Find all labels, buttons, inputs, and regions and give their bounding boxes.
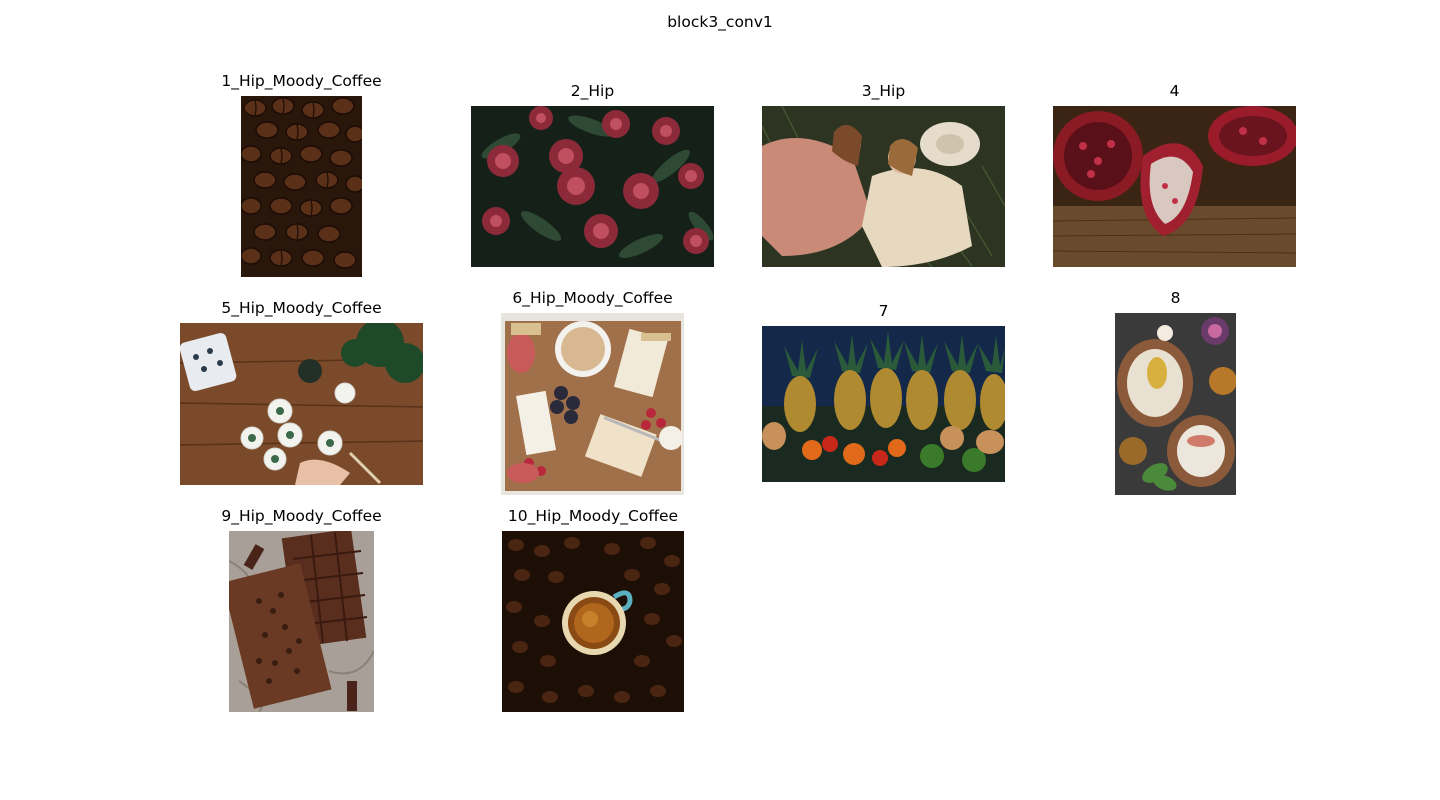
- panel-5: 5_Hip_Moody_Coffee: [180, 299, 423, 485]
- thumbnail-image: [241, 96, 362, 277]
- panel-title: 8: [1170, 289, 1181, 307]
- thumbnail-image: [180, 323, 423, 485]
- panel-title: 4: [1169, 82, 1180, 100]
- figure-title: block3_conv1: [667, 13, 773, 31]
- thumbnail-image: [471, 106, 714, 267]
- panel-title: 7: [878, 302, 889, 320]
- panel-2: 2_Hip: [471, 82, 714, 267]
- panel-6: 6_Hip_Moody_Coffee: [501, 289, 684, 495]
- thumbnail-image: [1115, 313, 1236, 495]
- thumbnail-image: [762, 326, 1005, 482]
- panel-10: 10_Hip_Moody_Coffee: [502, 507, 684, 712]
- panel-title: 9_Hip_Moody_Coffee: [221, 507, 382, 525]
- panel-1: 1_Hip_Moody_Coffee: [221, 72, 382, 277]
- thumbnail-image: [1053, 106, 1296, 267]
- panel-4: 4: [1053, 82, 1296, 267]
- panel-7: 7: [762, 302, 1005, 482]
- panel-3: 3_Hip: [762, 82, 1005, 267]
- panel-8: 8: [1115, 289, 1236, 495]
- thumbnail-image: [501, 313, 684, 495]
- thumbnail-image: [762, 106, 1005, 267]
- panel-title: 10_Hip_Moody_Coffee: [507, 507, 679, 525]
- panel-9: 9_Hip_Moody_Coffee: [221, 507, 382, 712]
- thumbnail-image: [502, 531, 684, 712]
- thumbnail-image: [229, 531, 374, 712]
